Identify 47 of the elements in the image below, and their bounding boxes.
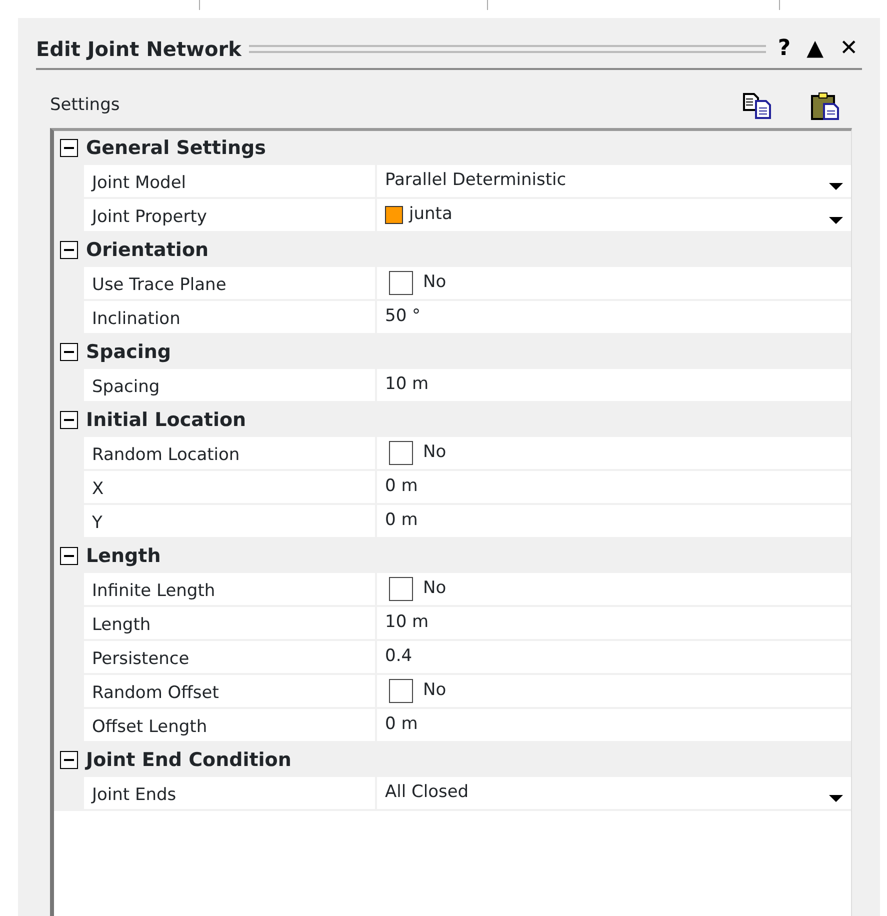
checkbox[interactable] xyxy=(389,271,413,295)
toggle-icon[interactable] xyxy=(60,139,78,157)
property-name: Joint Property xyxy=(84,199,377,233)
property-value: 10 m xyxy=(385,373,430,396)
property-name: X xyxy=(84,471,377,505)
property-value: 0 m xyxy=(385,475,419,498)
property-value: 10 m xyxy=(385,611,430,634)
property-name: Random Location xyxy=(84,437,377,471)
window-title: Edit Joint Network xyxy=(36,36,242,63)
property-name: Offset Length xyxy=(84,709,377,743)
toggle-icon[interactable] xyxy=(60,547,78,565)
category-label: Joint End Condition xyxy=(86,748,292,773)
property-name: Y xyxy=(84,505,377,539)
property-value: 0 m xyxy=(385,509,419,532)
property-name: Joint Model xyxy=(84,165,377,199)
copy-icon xyxy=(742,92,774,120)
property-name: Length xyxy=(84,607,377,641)
clipboard-icon xyxy=(810,91,842,121)
dropdown-arrow-icon[interactable] xyxy=(829,182,843,190)
category-label: General Settings xyxy=(86,136,266,161)
category-label: Initial Location xyxy=(86,408,246,433)
checkbox[interactable] xyxy=(389,679,413,703)
toggle-icon[interactable] xyxy=(60,343,78,361)
checkbox[interactable] xyxy=(389,577,413,601)
property-name: Spacing xyxy=(84,369,377,403)
property-value: 50 ° xyxy=(385,305,422,328)
property-name: Random Offset xyxy=(84,675,377,709)
section-label: Settings xyxy=(50,94,120,118)
category-label: Length xyxy=(86,544,161,569)
close-button[interactable]: ✕ xyxy=(836,38,862,60)
toggle-icon[interactable] xyxy=(60,751,78,769)
property-value: 0 m xyxy=(385,713,419,736)
property-value: 0.4 xyxy=(385,645,414,668)
property-name: Inclination xyxy=(84,301,377,335)
dropdown-arrow-icon[interactable] xyxy=(829,216,843,224)
property-name: Persistence xyxy=(84,641,377,675)
help-button[interactable]: ? xyxy=(774,38,795,60)
collapse-button[interactable]: ▲ xyxy=(802,38,828,60)
checkbox[interactable] xyxy=(389,441,413,465)
property-name: Use Trace Plane xyxy=(84,267,377,301)
dropdown-arrow-icon[interactable] xyxy=(829,794,843,802)
category-label: Spacing xyxy=(86,340,172,365)
property-name: Infinite Length xyxy=(84,573,377,607)
toggle-icon[interactable] xyxy=(60,241,78,259)
toggle-icon[interactable] xyxy=(60,411,78,429)
property-name: Joint Ends xyxy=(84,777,377,811)
category-label: Orientation xyxy=(86,238,209,263)
